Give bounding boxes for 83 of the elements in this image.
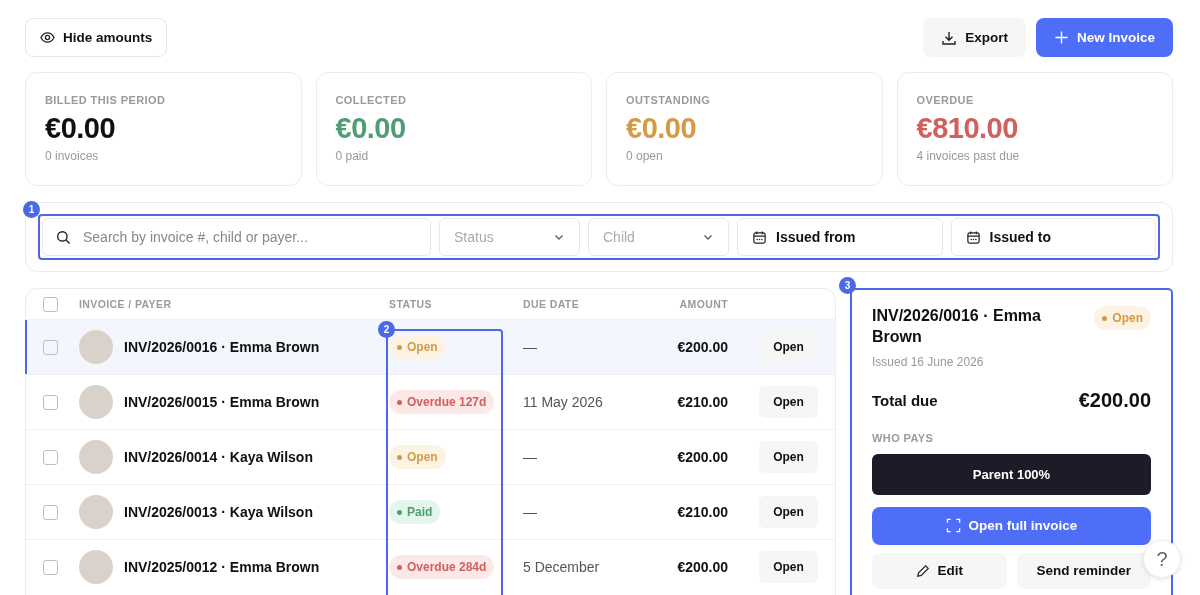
invoice-row[interactable]: INV/2026/0014 · Kaya Wilson Open — €200.00 Open xyxy=(26,429,835,484)
invoice-title: INV/2026/0016 · Emma Brown xyxy=(124,339,320,355)
invoice-title: INV/2026/0014 · Kaya Wilson xyxy=(124,449,313,465)
status-badge: Overdue 284d xyxy=(389,555,495,579)
due-date: — xyxy=(523,449,538,465)
pencil-icon xyxy=(915,563,930,578)
column-header: DUE DATE xyxy=(523,298,581,310)
checkbox[interactable] xyxy=(43,339,58,355)
card-amount: €810.00 xyxy=(916,112,1019,145)
issued-from-field[interactable]: Issued from xyxy=(737,218,943,256)
card-label: COLLECTED xyxy=(335,94,408,106)
status-badge: Paid xyxy=(389,500,441,524)
calendar-icon xyxy=(752,229,767,245)
open-button[interactable]: Open xyxy=(759,331,818,363)
amount: €210.00 xyxy=(676,394,728,410)
card-amount: €0.00 xyxy=(626,112,698,145)
card-note: 0 invoices xyxy=(45,149,100,163)
avatar-placeholder xyxy=(79,330,113,364)
hide-amounts-button[interactable]: Hide amounts xyxy=(25,18,168,57)
plus-icon xyxy=(1053,30,1069,45)
status-badge: Open xyxy=(389,445,446,469)
card-label: BILLED THIS PERIOD xyxy=(45,94,167,106)
avatar-placeholder xyxy=(79,495,113,529)
card-amount: €0.00 xyxy=(335,112,407,145)
card-note: 0 paid xyxy=(335,149,370,163)
issued-date: Issued 16 June 2026 xyxy=(872,354,985,369)
invoice-row[interactable]: INV/2026/0013 · Kaya Wilson Paid — €210.00 Open xyxy=(26,484,835,539)
edit-button[interactable]: Edit xyxy=(872,552,1007,589)
status-badge: Overdue 127d xyxy=(389,390,495,414)
send-reminder-button[interactable]: Send reminder xyxy=(1016,552,1151,589)
download-icon xyxy=(941,29,958,46)
annotation-badge: 3 xyxy=(839,277,856,294)
issued-to-field[interactable]: Issued to xyxy=(950,218,1156,256)
export-button[interactable]: Export xyxy=(923,18,1026,57)
due-date: — xyxy=(523,504,538,520)
column-header: STATUS xyxy=(389,298,433,310)
due-date: 5 December xyxy=(523,559,601,575)
avatar-placeholder xyxy=(79,550,113,584)
open-button[interactable]: Open xyxy=(759,496,818,528)
open-button[interactable]: Open xyxy=(759,386,818,418)
payer-button[interactable]: Parent 100% xyxy=(872,453,1151,495)
card-label: OVERDUE xyxy=(916,94,975,106)
amount: €200.00 xyxy=(676,339,728,355)
status-badge: Open xyxy=(1094,306,1151,330)
open-button[interactable]: Open xyxy=(759,551,818,583)
card-note: 0 open xyxy=(626,149,664,163)
card-amount: €0.00 xyxy=(45,112,117,145)
eye-icon xyxy=(40,30,55,45)
search-field[interactable]: Search by invoice #, child or payer... xyxy=(42,218,431,256)
column-header: AMOUNT xyxy=(678,298,728,310)
checkbox[interactable] xyxy=(43,449,58,465)
due-date: 11 May 2026 xyxy=(523,394,604,410)
checkbox[interactable] xyxy=(43,559,58,575)
status-badge: Open xyxy=(389,335,446,359)
checkbox[interactable] xyxy=(43,504,58,520)
invoice-row[interactable]: INV/2025/0012 · Emma Brown Overdue 284d 5 December €200.00 Open xyxy=(26,539,835,594)
amount: €200.00 xyxy=(676,559,728,575)
section-label: WHO PAYS xyxy=(872,431,935,444)
annotation-badge: 1 xyxy=(23,201,40,218)
total-label: Total due xyxy=(872,391,938,409)
checkbox[interactable] xyxy=(43,296,58,312)
search-icon xyxy=(56,230,71,245)
help-button[interactable]: ? xyxy=(1143,540,1181,578)
due-date: — xyxy=(523,339,538,355)
invoice-title: INV/2025/0012 · Emma Brown xyxy=(124,559,320,575)
calendar-icon xyxy=(965,229,981,245)
invoice-title: INV/2026/0013 · Kaya Wilson xyxy=(124,504,313,520)
avatar-placeholder xyxy=(79,440,113,474)
column-header: INVOICE / PAYER xyxy=(79,298,173,310)
new-invoice-button[interactable]: New Invoice xyxy=(1035,18,1173,57)
checkbox[interactable] xyxy=(43,394,58,410)
amount: €210.00 xyxy=(676,504,728,520)
total-amount: €200.00 xyxy=(1078,388,1151,412)
open-full-invoice-button[interactable]: Open full invoice xyxy=(872,506,1151,545)
card-label: OUTSTANDING xyxy=(626,94,712,106)
amount: €200.00 xyxy=(676,449,728,465)
invoice-title: INV/2026/0015 · Emma Brown xyxy=(124,394,320,410)
detail-title: INV/2026/0016 · Emma Brown xyxy=(872,306,1042,347)
open-button[interactable]: Open xyxy=(759,441,818,473)
avatar-placeholder xyxy=(79,385,113,419)
card-note: 4 invoices past due xyxy=(916,149,1021,163)
invoice-row[interactable]: INV/2026/0015 · Emma Brown Overdue 127d 11 May 2026 €210.00 Open xyxy=(26,374,835,429)
expand-icon xyxy=(945,518,961,534)
